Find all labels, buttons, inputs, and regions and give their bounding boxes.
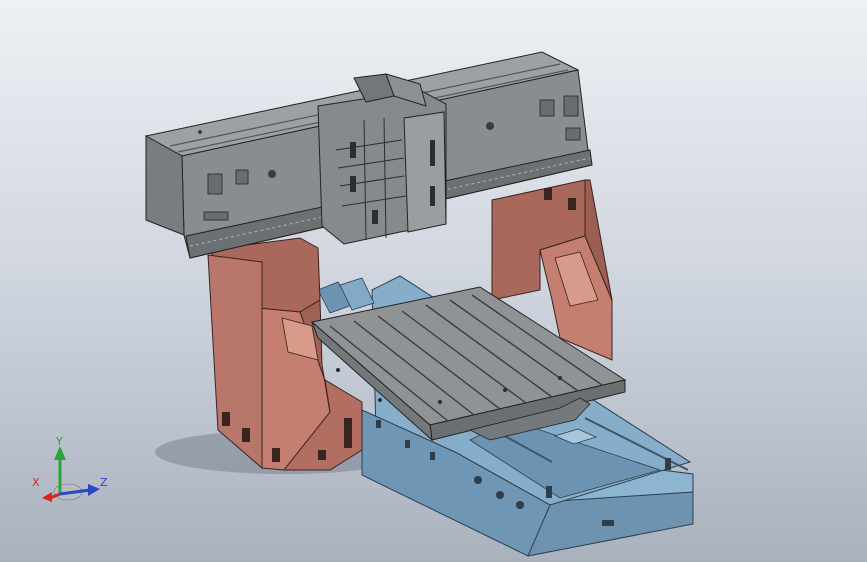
coordinate-triad: Y X Z [32,436,108,502]
triad-y-label: Y [55,436,63,448]
graphics-viewport[interactable]: Y X Z [0,0,867,562]
triad-x-label: X [32,476,40,489]
triad-y-arrow [54,446,66,460]
triad-z-arrow [88,484,100,496]
triad-x-arrow [42,492,52,502]
triad-z-label: Z [100,476,108,489]
cad-model-view[interactable] [0,0,867,562]
